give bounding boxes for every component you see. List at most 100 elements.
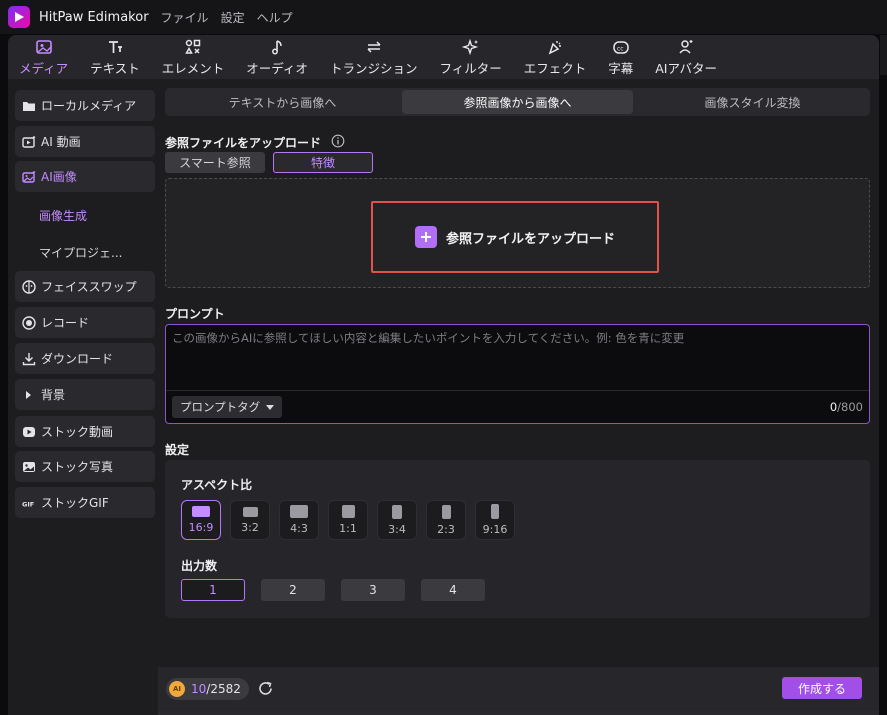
sidebar-item-label: ダウンロード [41,352,114,366]
prompt-box: プロンプトタグ 0/800 [165,324,870,424]
sidebar-item-stock-video[interactable]: ストック動画 [15,416,155,447]
sidebar-item-label: 背景 [41,388,66,402]
aspect-ratio-label: アスペクト比 [181,478,253,492]
sidebar-item-ai-video[interactable]: AI 動画 [15,126,155,157]
menu-settings[interactable]: 設定 [221,9,245,26]
sidebar: ローカルメディア AI 動画 AI画像 画像生成 マイプロジェ... フェイスス… [8,79,158,715]
face-swap-icon [22,279,36,294]
upload-reference-button[interactable]: 参照ファイルをアップロード [371,201,659,273]
aspect-label: 16:9 [188,521,214,534]
sidebar-item-label: ストック写真 [41,460,114,474]
tool-label: 字幕 [608,60,634,76]
aspect-shape [341,505,355,518]
menu-help[interactable]: ヘルプ [257,9,293,26]
create-button[interactable]: 作成する [782,677,862,699]
character-counter: 0/800 [830,400,863,414]
upload-drop-zone[interactable]: 参照ファイルをアップロード [165,178,870,288]
tool-audio[interactable]: オーディオ [235,35,319,79]
output-count-2[interactable]: 2 [261,579,325,601]
bottom-bar: AI 10 /2582 作成する [158,667,879,711]
output-count-4[interactable]: 4 [421,579,485,601]
bottom-edge [158,711,879,715]
gif-icon: GIF [22,500,34,508]
main-panel: テキストから画像へ 参照画像から画像へ 画像スタイル変換 参照ファイルをアップロ… [158,79,879,715]
feature-button[interactable]: 特徴 [273,152,373,173]
sidebar-item-record[interactable]: レコード [15,307,155,338]
stock-photo-icon [23,461,35,472]
prompt-label: プロンプト [165,307,225,321]
tool-text[interactable]: テキスト [79,35,151,79]
text-icon [108,40,122,53]
tool-filter[interactable]: フィルター [428,35,512,79]
svg-text:cc: cc [617,45,624,52]
menu-file[interactable]: ファイル [161,9,209,26]
tool-label: AIアバター [655,60,717,76]
sidebar-item-background[interactable]: 背景 [15,379,155,410]
prompt-tag-dropdown[interactable]: プロンプトタグ [172,396,283,418]
transition-icon [367,40,381,53]
output-count-1[interactable]: 1 [181,579,245,601]
record-icon [22,315,36,330]
tool-media[interactable]: メディア [8,35,79,79]
aspect-2-3[interactable]: 2:3 [426,500,466,540]
credits-used: 10 [191,682,207,696]
sidebar-item-label: ストックGIF [41,496,109,510]
tool-subtitle[interactable]: cc 字幕 [597,35,644,79]
output-count-3[interactable]: 3 [341,579,405,601]
divider [166,390,869,391]
aspect-shape [491,504,499,519]
info-icon[interactable] [331,134,345,148]
app-logo-icon [8,6,30,28]
upload-section-label: 参照ファイルをアップロード [165,136,322,150]
filter-icon [461,38,478,55]
refresh-icon[interactable] [257,680,274,697]
aspect-shape [290,505,308,518]
aspect-label: 2:3 [437,522,455,536]
sidebar-item-download[interactable]: ダウンロード [15,343,155,374]
sidebar-item-ai-image[interactable]: AI画像 [15,161,155,192]
aspect-9-16[interactable]: 9:16 [475,500,515,540]
sidebar-item-stock-photo[interactable]: ストック写真 [15,451,155,482]
sidebar-item-local-media[interactable]: ローカルメディア [15,90,155,121]
main-toolbar: メディア テキスト エレメント オーディオ トランジション フィルター エフェク… [8,35,879,79]
svg-text:GIF: GIF [22,500,34,508]
tool-elements[interactable]: エレメント [151,35,236,79]
elements-icon [185,39,201,54]
sidebar-item-face-swap[interactable]: フェイススワップ [15,271,155,302]
folder-icon [23,101,35,111]
prompt-input[interactable] [172,330,862,385]
subtitle-icon: cc [612,40,629,54]
aspect-4-3[interactable]: 4:3 [279,500,319,540]
chevron-down-icon [266,404,275,410]
sidebar-item-label: フェイススワップ [41,280,137,294]
tool-label: テキスト [90,60,140,76]
sidebar-item-label: AI画像 [41,170,77,184]
tool-label: メディア [19,60,69,76]
mode-tabs: テキストから画像へ 参照画像から画像へ 画像スタイル変換 [165,88,870,116]
tool-label: エレメント [161,60,225,76]
aspect-3-2[interactable]: 3:2 [230,500,270,540]
stock-video-icon [23,426,35,437]
sidebar-subitem-image-generation[interactable]: 画像生成 [39,207,87,224]
caret-right-icon [26,390,31,399]
tool-effect[interactable]: エフェクト [513,35,598,79]
tool-label: フィルター [439,60,502,76]
scrollbar[interactable] [880,35,887,75]
aspect-16-9[interactable]: 16:9 [181,500,221,540]
title-bar: HitPaw Edimakor ファイル 設定 ヘルプ [0,0,887,34]
ai-video-icon [22,135,36,148]
tab-image-style-transfer[interactable]: 画像スタイル変換 [637,90,868,114]
sidebar-subitem-my-projects[interactable]: マイプロジェ... [39,244,122,261]
smart-reference-button[interactable]: スマート参照 [165,152,265,173]
ai-avatar-icon [679,39,693,54]
aspect-label: 9:16 [482,523,508,536]
tool-transition[interactable]: トランジション [319,35,429,79]
tool-ai-avatar[interactable]: AIアバター [644,35,728,79]
sidebar-item-stock-gif[interactable]: GIF ストックGIF [15,487,155,518]
sidebar-item-label: ローカルメディア [41,99,137,113]
aspect-1-1[interactable]: 1:1 [328,500,368,540]
aspect-3-4[interactable]: 3:4 [377,500,417,540]
settings-label: 設定 [165,443,190,457]
tab-reference-to-image[interactable]: 参照画像から画像へ [402,90,633,114]
tab-text-to-image[interactable]: テキストから画像へ [167,90,398,114]
